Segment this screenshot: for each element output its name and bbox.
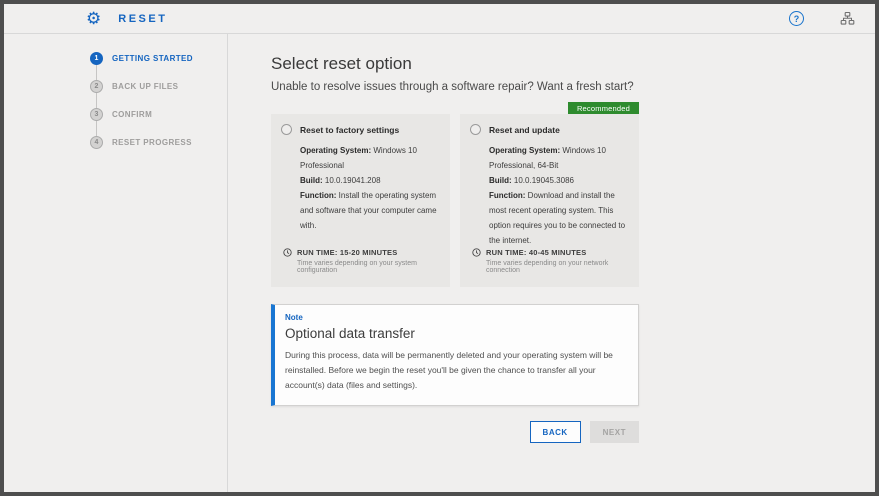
sidebar-step-reset-progress[interactable]: 4 RESET PROGRESS bbox=[90, 136, 227, 149]
back-button[interactable]: BACK bbox=[530, 421, 581, 443]
build-label: Build: bbox=[489, 176, 512, 185]
option-title: Reset and update bbox=[489, 125, 560, 135]
note-box: Note Optional data transfer During this … bbox=[271, 304, 639, 406]
note-body: During this process, data will be perman… bbox=[285, 348, 624, 393]
os-label: Operating System: bbox=[300, 146, 371, 155]
build-label: Build: bbox=[300, 176, 323, 185]
option-footer: RUN TIME: 15-20 MINUTES Time varies depe… bbox=[281, 248, 438, 274]
option-title: Reset to factory settings bbox=[300, 125, 399, 135]
top-bar: ⚙ RESET ? bbox=[4, 4, 875, 34]
clock-icon bbox=[472, 248, 481, 257]
os-label: Operating System: bbox=[489, 146, 560, 155]
sitemap-icon[interactable] bbox=[840, 11, 855, 26]
step-number: 1 bbox=[90, 52, 103, 65]
radio-factory-reset[interactable] bbox=[281, 124, 292, 135]
runtime-note: Time varies depending on your system con… bbox=[297, 260, 438, 274]
option-details: Operating System: Windows 10 Professiona… bbox=[300, 143, 438, 233]
sidebar-step-confirm[interactable]: 3 CONFIRM bbox=[90, 108, 227, 121]
step-number: 4 bbox=[90, 136, 103, 149]
step-connector bbox=[96, 93, 97, 108]
action-buttons: BACK NEXT bbox=[271, 421, 639, 443]
step-number: 2 bbox=[90, 80, 103, 93]
app-title: RESET bbox=[118, 13, 167, 25]
runtime-text: RUN TIME: 40-45 MINUTES bbox=[486, 248, 586, 257]
help-icon[interactable]: ? bbox=[789, 11, 804, 26]
main-area: Select reset option Unable to resolve is… bbox=[228, 34, 875, 492]
step-connector bbox=[96, 121, 97, 136]
function-label: Function: bbox=[300, 191, 336, 200]
sidebar: 1 GETTING STARTED 2 BACK UP FILES 3 CONF… bbox=[4, 34, 228, 492]
gear-icon: ⚙ bbox=[86, 10, 101, 27]
option-card-reset-and-update[interactable]: Recommended Reset and update Operating S… bbox=[460, 114, 639, 287]
sidebar-step-getting-started[interactable]: 1 GETTING STARTED bbox=[90, 52, 227, 65]
function-label: Function: bbox=[489, 191, 525, 200]
page-title: Select reset option bbox=[271, 54, 639, 74]
step-label: RESET PROGRESS bbox=[112, 138, 192, 147]
step-number: 3 bbox=[90, 108, 103, 121]
option-details: Operating System: Windows 10 Professiona… bbox=[489, 143, 627, 248]
step-label: BACK UP FILES bbox=[112, 82, 178, 91]
next-button[interactable]: NEXT bbox=[590, 421, 639, 443]
runtime-text: RUN TIME: 15-20 MINUTES bbox=[297, 248, 397, 257]
recommended-badge: Recommended bbox=[568, 102, 639, 114]
reset-options: Reset to factory settings Operating Syst… bbox=[271, 114, 639, 287]
note-label: Note bbox=[285, 313, 624, 322]
step-label: GETTING STARTED bbox=[112, 54, 193, 63]
clock-icon bbox=[283, 248, 292, 257]
page-subtitle: Unable to resolve issues through a softw… bbox=[271, 81, 639, 93]
step-label: CONFIRM bbox=[112, 110, 152, 119]
radio-reset-and-update[interactable] bbox=[470, 124, 481, 135]
sidebar-step-back-up-files[interactable]: 2 BACK UP FILES bbox=[90, 80, 227, 93]
runtime-note: Time varies depending on your network co… bbox=[486, 260, 627, 274]
note-title: Optional data transfer bbox=[285, 326, 624, 341]
step-connector bbox=[96, 65, 97, 80]
option-footer: RUN TIME: 40-45 MINUTES Time varies depe… bbox=[470, 248, 627, 274]
build-value: 10.0.19045.3086 bbox=[514, 176, 574, 185]
build-value: 10.0.19041.208 bbox=[325, 176, 381, 185]
option-card-factory-reset[interactable]: Reset to factory settings Operating Syst… bbox=[271, 114, 450, 287]
app-window: ⚙ RESET ? 1 GETTING STARTED 2 BACK UP FI… bbox=[0, 0, 879, 496]
